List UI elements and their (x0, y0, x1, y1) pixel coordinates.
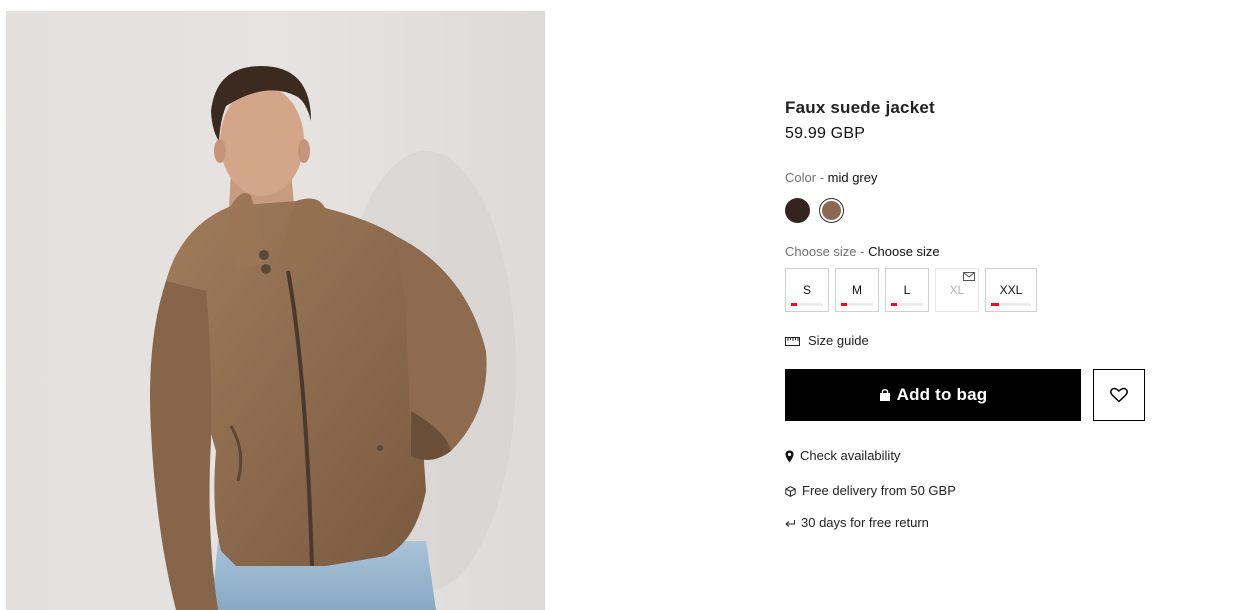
size-label: Choose size (785, 244, 857, 259)
product-title: Faux suede jacket (785, 98, 935, 117)
size-option-l[interactable]: L (885, 268, 929, 312)
size-option-m[interactable]: M (835, 268, 879, 312)
size-option-label: M (852, 283, 862, 297)
stock-indicator (841, 303, 873, 306)
color-selected-value: mid grey (827, 170, 878, 185)
color-swatch-mid-grey[interactable] (819, 198, 844, 223)
product-details: Faux suede jacket 59.99 GBP Color - mid … (785, 96, 1145, 531)
size-selected-value: Choose size (868, 244, 940, 259)
color-label: Color (785, 170, 817, 185)
product-image[interactable] (6, 11, 545, 610)
return-arrow-icon (785, 519, 795, 527)
model-illustration (150, 66, 516, 610)
size-option-label: L (903, 283, 911, 297)
size-option-xxl[interactable]: XXL (985, 268, 1037, 312)
size-separator: - (856, 244, 869, 259)
add-to-bag-label: Add to bag (896, 385, 988, 404)
size-option-label: S (802, 283, 811, 297)
stock-indicator (991, 303, 1031, 306)
check-availability-label: Check availability (800, 448, 901, 463)
color-swatch-dark-brown[interactable] (785, 198, 810, 223)
add-to-bag-button[interactable]: Add to bag (785, 369, 1081, 421)
envelope-icon (963, 272, 975, 281)
check-availability-link[interactable]: Check availability (785, 448, 1145, 464)
color-swatches (785, 198, 1145, 223)
size-option-label: XL (949, 283, 965, 297)
product-price: 59.99 GBP (785, 125, 866, 142)
size-options: S M L XL XXL (785, 268, 1145, 312)
delivery-info: Free delivery from 50 GBP (785, 483, 1145, 499)
size-option-s[interactable]: S (785, 268, 829, 312)
shopping-bag-icon (879, 388, 890, 401)
size-option-xl[interactable]: XL (935, 268, 979, 312)
wishlist-button[interactable] (1093, 369, 1145, 421)
returns-info: 30 days for free return (785, 515, 1145, 531)
size-label-row: Choose size - Choose size (785, 244, 1145, 260)
color-separator: - (816, 170, 828, 185)
location-pin-icon (785, 450, 794, 462)
size-guide-link[interactable]: Size guide (785, 333, 1145, 349)
size-guide-label: Size guide (808, 333, 869, 348)
purchase-actions: Add to bag (785, 369, 1145, 421)
color-label-row: Color - mid grey (785, 170, 1145, 186)
package-icon (785, 485, 796, 497)
stock-indicator (891, 303, 923, 306)
size-option-label: XXL (999, 283, 1023, 297)
stock-indicator (791, 303, 823, 306)
heart-icon (1110, 387, 1128, 403)
ruler-icon (785, 336, 800, 346)
returns-label: 30 days for free return (801, 515, 929, 530)
delivery-label: Free delivery from 50 GBP (802, 483, 956, 498)
